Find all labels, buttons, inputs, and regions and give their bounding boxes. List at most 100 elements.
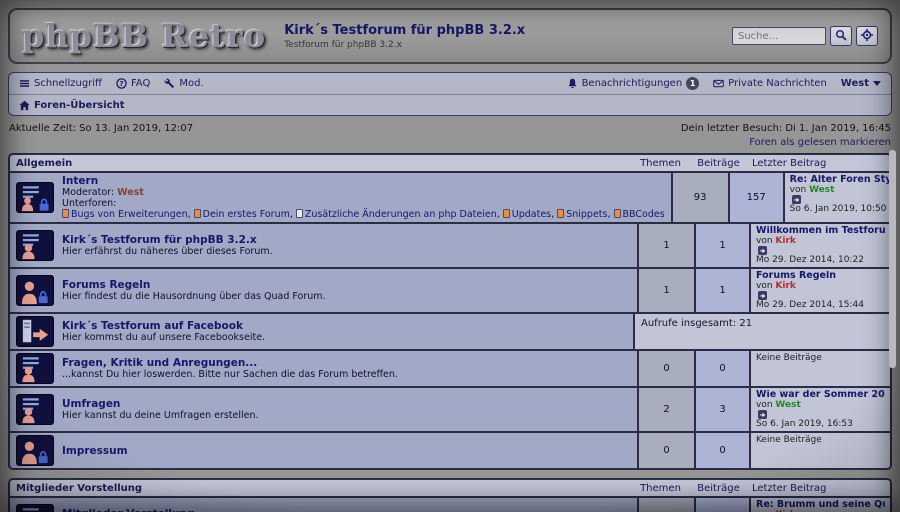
page-unread-icon	[614, 209, 621, 218]
author-link[interactable]: West	[809, 185, 834, 195]
forum-link[interactable]: Forums Regeln	[62, 279, 326, 291]
moderator-label: Moderator:	[62, 187, 114, 198]
forum-row: Kirk´s Testforum für phpBB 3.2.x Hier er…	[10, 222, 890, 267]
scrollbar-thumb[interactable]	[889, 150, 896, 368]
subforum-link[interactable]: Bugs von Erweiterungen	[62, 209, 194, 220]
subforum-link[interactable]: BBCodes	[614, 209, 665, 220]
forum-link[interactable]: Impressum	[62, 445, 128, 457]
search-icon	[835, 29, 847, 44]
user-menu[interactable]: West	[841, 78, 881, 89]
home-icon	[19, 100, 30, 111]
advanced-search-button[interactable]	[856, 26, 878, 46]
category-header: Mitglieder Vorstellung Themen Beiträge L…	[10, 480, 890, 498]
forum-link[interactable]: Kirk´s Testforum für phpBB 3.2.x	[62, 234, 273, 246]
author-link[interactable]: West	[775, 400, 800, 410]
column-header-topics: Themen	[631, 158, 690, 169]
subforum-link[interactable]: Zusätzliche Änderungen an php Dateien	[296, 209, 503, 220]
goto-post-icon[interactable]	[792, 195, 801, 204]
no-posts-label: Keine Beiträge	[756, 435, 822, 445]
page-unread-icon	[62, 209, 69, 218]
last-post-link[interactable]: Willkommen im Testforum der Q...	[756, 226, 885, 236]
last-post-link[interactable]: Re: Brumm und seine Quads	[756, 500, 885, 510]
forum-description: Hier findest du die Hausordnung über das…	[62, 291, 326, 302]
topics-count: 2	[637, 388, 694, 431]
last-post-cell: Re: Alter Foren Style phpBB von West So …	[783, 173, 892, 222]
forum-description: Hier erfährst du näheres über dieses For…	[62, 246, 273, 257]
last-post-cell: Wie war der Sommer 2018? von West So 6. …	[749, 388, 890, 431]
posts-count: 157	[728, 173, 783, 222]
category-allgemein: Allgemein Themen Beiträge Letzter Beitra…	[8, 153, 892, 470]
last-post-cell: Keine Beiträge	[749, 433, 890, 468]
posts-count: 3	[694, 388, 749, 431]
last-post-date: So 6. Jan 2019, 16:53	[756, 419, 885, 429]
forum-icon	[16, 353, 54, 384]
subforum-link[interactable]: Updates	[503, 209, 557, 220]
forum-description: ...kannst Du hier loswerden. Bitte nur S…	[62, 369, 398, 380]
last-post-date: So 6. Jan 2019, 10:50	[790, 204, 892, 214]
page-unread-icon	[557, 209, 564, 218]
column-header-lastpost: Letzter Beitrag	[747, 158, 890, 169]
page: phpBB Retro Kirk´s Testforum für phpBB 3…	[0, 0, 900, 512]
envelope-icon	[713, 78, 724, 89]
forum-link[interactable]: Fragen, Kritik und Anregungen...	[62, 357, 398, 369]
forum-link[interactable]: Intern	[62, 175, 665, 187]
topics-count: 1	[637, 269, 694, 312]
subforum-link[interactable]: Dein erstes Forum	[194, 209, 296, 220]
last-post-link[interactable]: Re: Alter Foren Style phpBB	[790, 175, 892, 185]
faq-link[interactable]: FAQ	[116, 78, 150, 89]
page-unread-icon	[194, 209, 201, 218]
topics-count: 1	[637, 498, 694, 512]
goto-post-icon[interactable]	[758, 410, 767, 419]
mark-forums-read-link[interactable]: Foren als gelesen markieren	[749, 137, 891, 148]
column-header-posts: Beiträge	[690, 158, 747, 169]
topics-count: 0	[637, 433, 694, 468]
last-visit: Dein letzter Besuch: Di 1. Jan 2019, 16:…	[681, 123, 891, 134]
question-circle-icon	[116, 78, 127, 89]
gear-icon	[861, 29, 873, 44]
notifications-link[interactable]: Benachrichtigungen1	[567, 77, 700, 90]
von-label: von	[790, 185, 807, 195]
subforum-link[interactable]: Snippets	[557, 209, 613, 220]
forum-link[interactable]: Kirk´s Testforum auf Facebook	[62, 320, 265, 332]
forum-row: Mitglieder Vorstellung Hier können sich …	[10, 498, 890, 512]
forum-locked-icon	[16, 435, 54, 466]
search-bar	[732, 26, 878, 46]
mod-link[interactable]: Mod.	[164, 78, 203, 89]
last-post-date: Mo 29. Dez 2014, 15:44	[756, 300, 885, 310]
private-messages-link[interactable]: Private Nachrichten	[713, 78, 827, 89]
site-titles: Kirk´s Testforum für phpBB 3.2.x Testfor…	[284, 23, 714, 50]
goto-post-icon[interactable]	[758, 291, 767, 300]
forum-link[interactable]: Mitglieder Vorstellung	[62, 508, 292, 512]
category-title[interactable]: Allgemein	[10, 158, 631, 169]
goto-post-icon[interactable]	[758, 246, 767, 255]
navbar-top-row: Schnellzugriff FAQ Mod. Benachrichtigung…	[9, 73, 891, 94]
site-logo[interactable]: phpBB Retro	[22, 17, 266, 55]
last-post-link[interactable]: Wie war der Sommer 2018?	[756, 390, 885, 400]
notification-count-badge: 1	[686, 77, 699, 90]
author-link[interactable]: Kirk	[775, 236, 795, 246]
moderator-link[interactable]: West	[117, 187, 144, 198]
search-button[interactable]	[830, 26, 852, 46]
page-unread-icon	[503, 209, 510, 218]
search-input[interactable]	[732, 27, 826, 45]
category-header: Allgemein Themen Beiträge Letzter Beitra…	[10, 155, 890, 173]
forum-link[interactable]: Umfragen	[62, 398, 259, 410]
posts-count: 0	[694, 351, 749, 386]
forum-icon	[16, 394, 54, 425]
column-header-lastpost: Letzter Beitrag	[747, 483, 890, 494]
author-link[interactable]: Kirk	[775, 281, 795, 291]
current-time: Aktuelle Zeit: So 13. Jan 2019, 12:07	[9, 123, 193, 134]
category-title[interactable]: Mitglieder Vorstellung	[10, 483, 631, 494]
last-post-link[interactable]: Forums Regeln	[756, 271, 885, 281]
navbar: Schnellzugriff FAQ Mod. Benachrichtigung…	[8, 72, 892, 116]
subforums-label: Unterforen:	[62, 198, 116, 209]
navbar-breadcrumb-row: Foren-Übersicht	[9, 94, 891, 115]
mark-read-row: Foren als gelesen markieren	[8, 135, 892, 153]
forum-row: Umfragen Hier kannst du deine Umfragen e…	[10, 386, 890, 431]
private-messages-label: Private Nachrichten	[728, 78, 827, 89]
forum-row: Fragen, Kritik und Anregungen... ...kann…	[10, 349, 890, 386]
no-posts-label: Keine Beiträge	[756, 353, 822, 363]
quick-links-menu[interactable]: Schnellzugriff	[19, 78, 102, 89]
breadcrumb-forum-index[interactable]: Foren-Übersicht	[19, 100, 124, 111]
last-post-cell: Re: Brumm und seine Quads von Kirk Fr 12…	[749, 498, 890, 512]
